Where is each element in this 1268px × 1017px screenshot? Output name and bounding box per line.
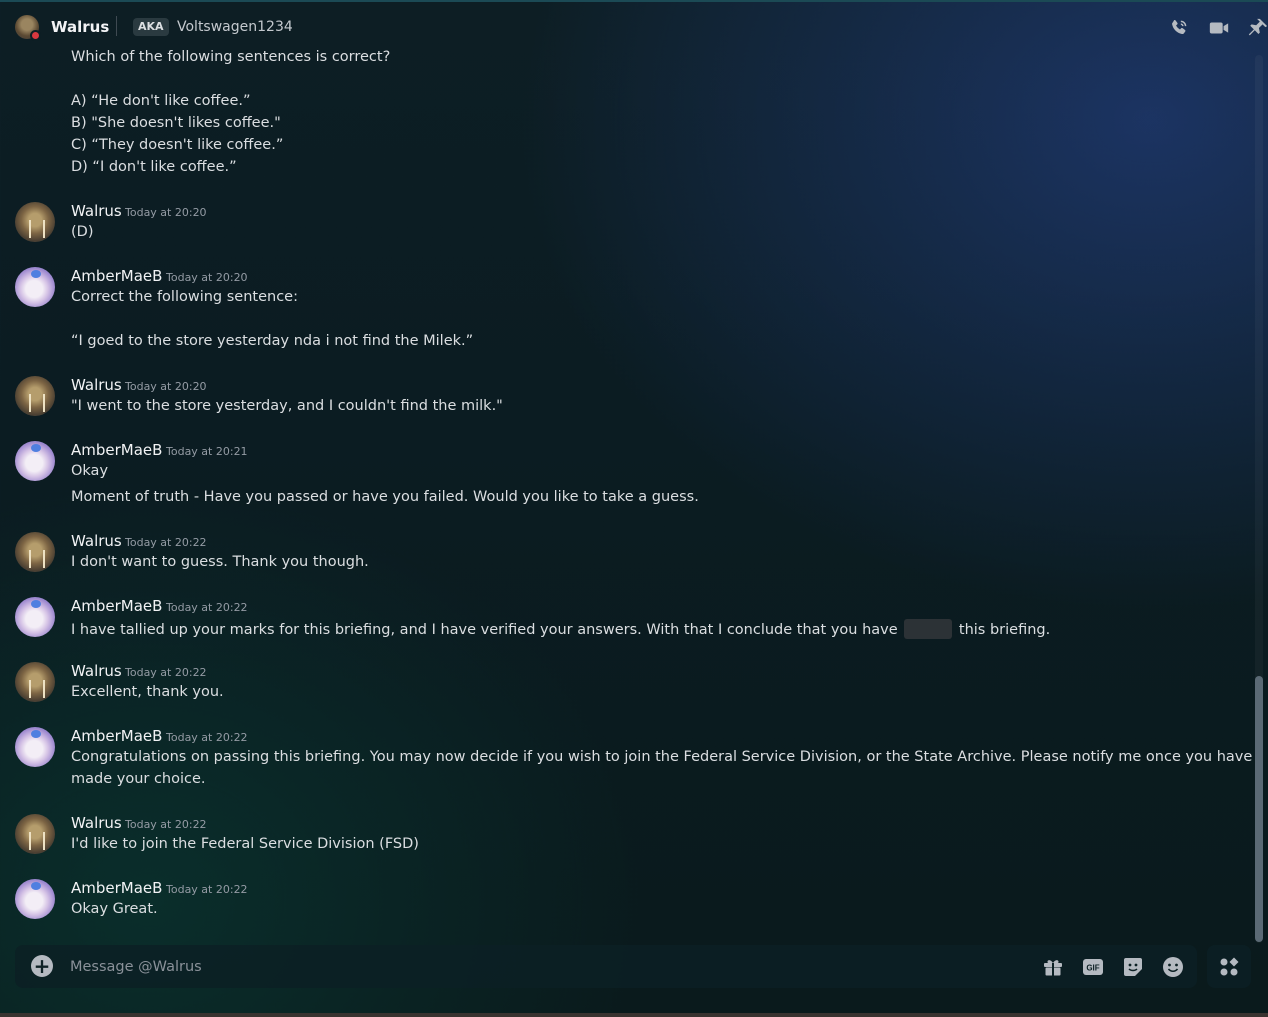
message-author[interactable]: AmberMaeB	[71, 597, 162, 615]
avatar[interactable]	[15, 879, 55, 919]
message-author[interactable]: Walrus	[71, 662, 122, 680]
message-timestamp: Today at 20:22	[125, 818, 207, 831]
message-timestamp: Today at 20:20	[125, 206, 207, 219]
message-text: "I went to the store yesterday, and I co…	[71, 398, 503, 414]
phone-call-icon[interactable]	[1168, 17, 1190, 39]
message-text: Correct the following sentence:	[71, 289, 298, 305]
message-timestamp: Today at 20:22	[166, 731, 248, 744]
message-input[interactable]	[70, 957, 970, 977]
message-author[interactable]: Walrus	[71, 532, 122, 550]
message-text: I don't want to guess. Thank you though.	[71, 554, 369, 570]
message-author[interactable]: AmberMaeB	[71, 727, 162, 745]
dm-header: Walrus AKA Voltswagen1234	[0, 2, 1268, 50]
avatar[interactable]	[15, 202, 55, 242]
message-text: Excellent, thank you.	[71, 684, 224, 700]
message-timestamp: Today at 20:22	[166, 883, 248, 896]
avatar[interactable]	[15, 662, 55, 702]
scrollbar-thumb[interactable]	[1255, 676, 1263, 942]
apps-icon[interactable]	[1217, 955, 1241, 979]
message-timestamp: Today at 20:22	[125, 666, 207, 679]
message-text: “I goed to the store yesterday nda i not…	[71, 333, 474, 349]
header-divider	[116, 16, 117, 36]
avatar[interactable]	[15, 376, 55, 416]
message-author[interactable]: AmberMaeB	[71, 441, 162, 459]
sticker-icon[interactable]	[1121, 955, 1145, 979]
message-timestamp: Today at 20:22	[166, 601, 248, 614]
emoji-icon[interactable]	[1161, 955, 1185, 979]
message-text: Okay	[71, 463, 109, 479]
message-text: Moment of truth - Have you passed or hav…	[71, 489, 699, 505]
message-text: I have tallied up your marks for this br…	[71, 619, 1050, 639]
avatar[interactable]	[15, 814, 55, 854]
aka-badge[interactable]: AKA	[133, 18, 169, 36]
gift-icon[interactable]	[1041, 955, 1065, 979]
message-author[interactable]: Walrus	[71, 814, 122, 832]
message-text: made your choice.	[71, 771, 206, 787]
message-author[interactable]: Walrus	[71, 202, 122, 220]
message-text: (D)	[71, 224, 94, 240]
message-text-part: this briefing.	[958, 622, 1051, 638]
avatar[interactable]	[15, 441, 55, 481]
avatar[interactable]	[15, 532, 55, 572]
message-text-part: I have tallied up your marks for this br…	[71, 622, 898, 638]
message-timestamp: Today at 20:20	[166, 271, 248, 284]
message-timestamp: Today at 20:21	[166, 445, 248, 458]
message-author[interactable]: AmberMaeB	[71, 267, 162, 285]
gif-icon[interactable]: GIF	[1081, 955, 1105, 979]
video-call-icon[interactable]	[1207, 17, 1231, 39]
message-text: Congratulations on passing this briefing…	[71, 749, 1253, 765]
pin-icon[interactable]	[1247, 17, 1268, 39]
avatar[interactable]	[15, 727, 55, 767]
dnd-status-icon	[30, 30, 41, 41]
message-author[interactable]: AmberMaeB	[71, 879, 162, 897]
message-text: I'd like to join the Federal Service Div…	[71, 836, 419, 852]
header-username[interactable]: Walrus	[51, 18, 109, 36]
message-timestamp: Today at 20:22	[125, 536, 207, 549]
message-author[interactable]: Walrus	[71, 376, 122, 394]
message-timestamp: Today at 20:20	[125, 380, 207, 393]
message-line: B) "She doesn't likes coffee."	[71, 115, 281, 131]
message-line: D) “I don't like coffee.”	[71, 159, 237, 175]
bottom-border	[0, 1013, 1268, 1017]
message-line: C) “They doesn't like coffee.”	[71, 137, 284, 153]
spoiler-redaction[interactable]	[904, 619, 953, 639]
message-text: Okay Great.	[71, 901, 158, 917]
gif-label: GIF	[1086, 964, 1099, 973]
message-line: Which of the following sentences is corr…	[71, 49, 391, 65]
add-attachment-button[interactable]: +	[31, 955, 53, 977]
avatar[interactable]	[15, 267, 55, 307]
message-line: A) “He don't like coffee.”	[71, 93, 251, 109]
avatar[interactable]	[15, 597, 55, 637]
header-alias: Voltswagen1234	[177, 19, 293, 35]
